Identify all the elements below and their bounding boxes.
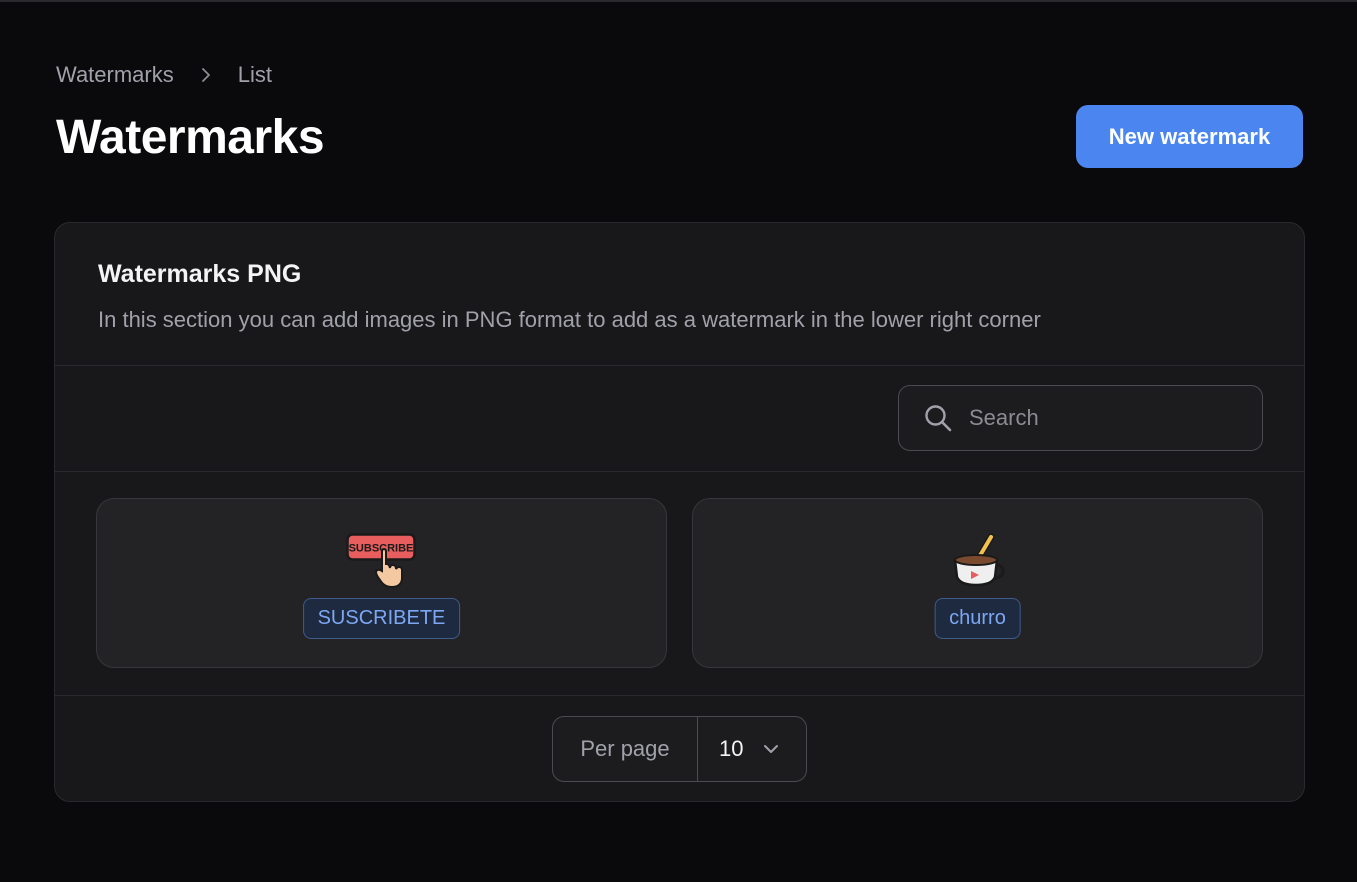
subscribe-button-icon: SUBSCRIBE [345, 533, 416, 589]
section-title: Watermarks PNG [98, 260, 302, 288]
cup-churro-icon [953, 533, 1005, 587]
section-description: In this section you can add images in PN… [98, 307, 1041, 332]
breadcrumb-link-watermarks[interactable]: Watermarks [56, 60, 174, 90]
window-top-border [0, 0, 1357, 2]
watermark-card-churro[interactable]: churro [692, 498, 1263, 668]
new-watermark-button[interactable]: New watermark [1076, 105, 1303, 168]
per-page-label: Per page [553, 717, 698, 781]
chevron-right-icon [174, 60, 238, 90]
watermark-name-badge: churro [934, 598, 1021, 639]
search-field[interactable] [898, 385, 1263, 451]
search-input[interactable] [969, 405, 1229, 431]
section-header: Watermarks PNG In this section you can a… [55, 223, 1304, 365]
per-page-select[interactable]: 10 [698, 717, 806, 781]
divider [55, 471, 1304, 472]
divider [55, 695, 1304, 696]
watermark-name-badge: SUSCRIBETE [302, 598, 461, 639]
page-title: Watermarks [56, 111, 325, 164]
per-page-value: 10 [719, 736, 744, 761]
search-icon [925, 405, 952, 432]
per-page-control: Per page 10 [552, 716, 807, 782]
watermark-card-suscribete[interactable]: SUBSCRIBE SUSCRIBETE [96, 498, 667, 668]
watermarks-section-card: Watermarks PNG In this section you can a… [54, 222, 1305, 802]
chevron-down-icon [764, 745, 779, 753]
breadcrumb-current-list: List [237, 62, 272, 87]
breadcrumb: Watermarks List [56, 60, 272, 90]
divider [55, 365, 1304, 366]
